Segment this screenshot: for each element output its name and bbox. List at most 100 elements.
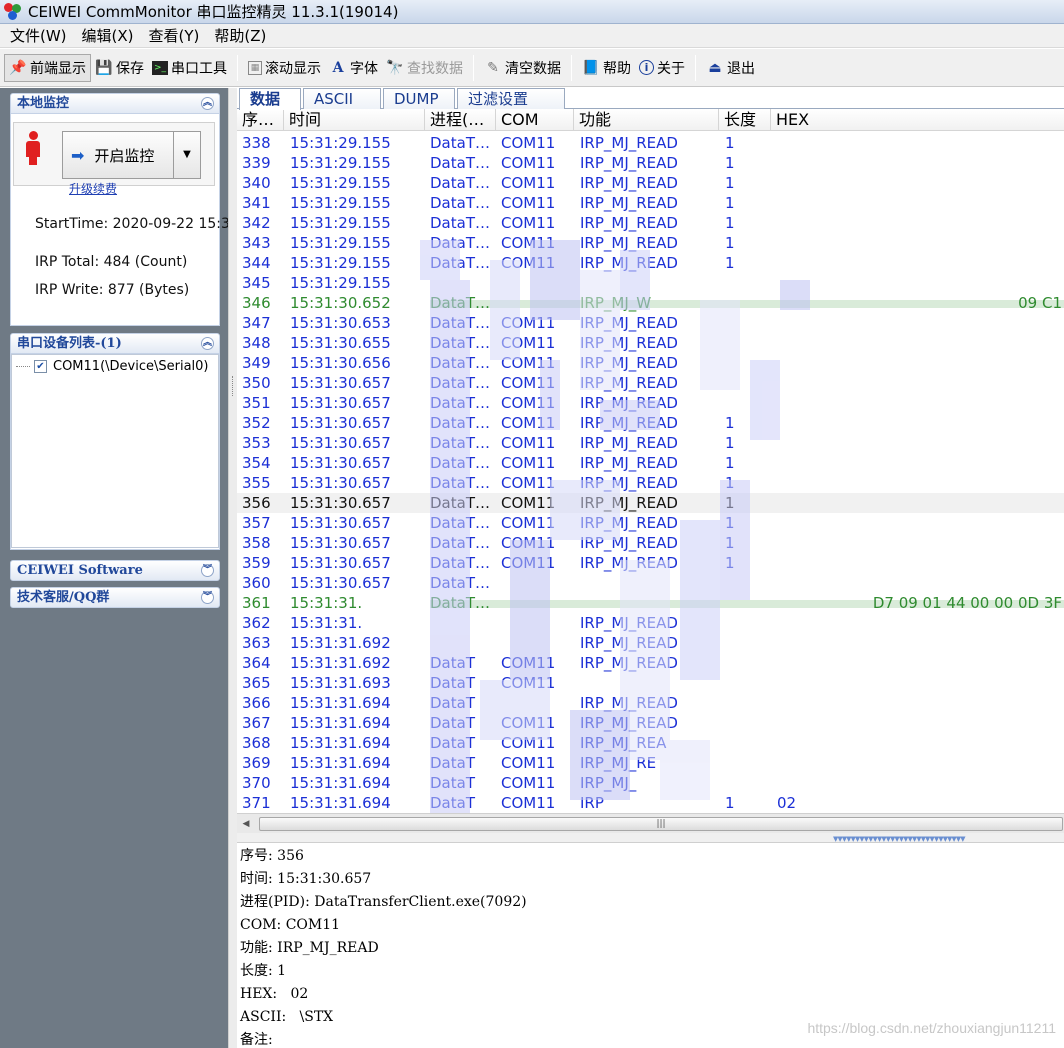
cell-com: COM11	[501, 194, 556, 212]
scrollbar-thumb[interactable]: |||	[259, 817, 1063, 831]
tab-data[interactable]: 数据	[239, 88, 301, 110]
cell-length: 1	[725, 254, 735, 272]
table-row[interactable]: 343 15:31:29.155 DataT… COM11 IRP_MJ_READ 1	[237, 233, 1064, 253]
cell-seq: 360	[242, 574, 271, 592]
col-time[interactable]: 时间	[284, 109, 425, 131]
menu-help[interactable]: 帮助(Z)	[210, 25, 270, 46]
font-button[interactable]: A 字体	[325, 54, 382, 82]
table-row[interactable]: 339 15:31:29.155 DataT… COM11 IRP_MJ_READ 1	[237, 153, 1064, 173]
toolbar-separator	[473, 54, 474, 81]
help-button[interactable]: 📘 帮助	[578, 54, 635, 82]
start-monitor-button[interactable]: ➡ 开启监控	[62, 131, 174, 179]
clear-data-button[interactable]: ✎ 清空数据	[480, 54, 565, 82]
cell-seq: 368	[242, 734, 271, 752]
table-row[interactable]: 367 15:31:31.694 DataT COM11 IRP_MJ_READ	[237, 713, 1064, 733]
table-row[interactable]: 342 15:31:29.155 DataT… COM11 IRP_MJ_READ 1	[237, 213, 1064, 233]
table-row[interactable]: 347 15:31:30.653 DataT… COM11 IRP_MJ_READ	[237, 313, 1064, 333]
table-row[interactable]: 352 15:31:30.657 DataT… COM11 IRP_MJ_READ 1	[237, 413, 1064, 433]
table-row[interactable]: 348 15:31:30.655 DataT… COM11 IRP_MJ_READ	[237, 333, 1064, 353]
device-item[interactable]: ✔ COM11(\Device\Serial0)	[16, 359, 209, 374]
cell-seq: 339	[242, 154, 271, 172]
tab-filter[interactable]: 过滤设置	[457, 88, 565, 109]
detail-splitter[interactable]: ▼▼▼▼▼▼▼▼▼▼▼▼▼▼▼▼▼▼▼▼▼▼▼▼▼▼▼▼▼▼	[237, 833, 1064, 843]
exit-button[interactable]: ⏏ 退出	[702, 54, 759, 82]
table-row[interactable]: 349 15:31:30.656 DataT… COM11 IRP_MJ_READ	[237, 353, 1064, 373]
device-list-header[interactable]: 串口设备列表-(1) ︽	[10, 333, 220, 354]
cell-seq: 342	[242, 214, 271, 232]
table-row[interactable]: 353 15:31:30.657 DataT… COM11 IRP_MJ_READ 1	[237, 433, 1064, 453]
tab-dump[interactable]: DUMP	[383, 88, 455, 109]
ceiwei-software-header[interactable]: CEIWEI Software ︾	[10, 560, 220, 581]
cell-time: 15:31:29.155	[290, 194, 391, 212]
checkbox-checked-icon[interactable]: ✔	[34, 360, 47, 373]
support-header[interactable]: 技术客服/QQ群 ︾	[10, 587, 220, 608]
col-hex[interactable]: HEX	[771, 109, 1064, 131]
table-row[interactable]: 368 15:31:31.694 DataT COM11 IRP_MJ_REA	[237, 733, 1064, 753]
save-button[interactable]: 💾 保存	[91, 54, 148, 82]
cell-function: IRP_MJ_READ	[580, 654, 678, 672]
find-data-button[interactable]: 🔭 查找数据	[382, 54, 467, 82]
table-row[interactable]: 346 15:31:30.652 DataT… IRP_MJ_W 09 C1	[237, 293, 1064, 313]
about-button[interactable]: i 关于	[635, 54, 689, 82]
vertical-splitter[interactable]	[228, 88, 237, 1048]
cell-com: COM11	[501, 734, 556, 752]
pin-icon: 📌	[9, 59, 27, 76]
col-function[interactable]: 功能	[574, 109, 719, 131]
cell-time: 15:31:30.657	[290, 554, 391, 572]
cell-function: IRP_MJ_READ	[580, 474, 678, 492]
upgrade-link[interactable]: 升级续费	[69, 180, 117, 197]
cell-length: 1	[725, 174, 735, 192]
col-length[interactable]: 长度	[719, 109, 771, 131]
table-row[interactable]: 345 15:31:29.155	[237, 273, 1064, 293]
cell-function: IRP_MJ_READ	[580, 434, 678, 452]
col-process[interactable]: 进程(…	[425, 109, 496, 131]
table-row[interactable]: 344 15:31:29.155 DataT… COM11 IRP_MJ_READ 1	[237, 253, 1064, 273]
table-row[interactable]: 362 15:31:31. IRP_MJ_READ	[237, 613, 1064, 633]
scroll-left-icon[interactable]: ◀	[239, 817, 253, 831]
col-com[interactable]: COM	[496, 109, 574, 131]
scroll-display-button[interactable]: ▦ 滚动显示	[244, 54, 325, 82]
table-row[interactable]: 364 15:31:31.692 DataT COM11 IRP_MJ_READ	[237, 653, 1064, 673]
toolbar-separator	[695, 54, 696, 81]
start-monitor-dropdown[interactable]: ▼	[173, 131, 201, 179]
cell-length: 1	[725, 434, 735, 452]
table-row[interactable]: 351 15:31:30.657 DataT… COM11 IRP_MJ_READ	[237, 393, 1064, 413]
collapse-icon[interactable]: ︽	[201, 97, 214, 110]
table-row[interactable]: 370 15:31:31.694 DataT COM11 IRP_MJ_	[237, 773, 1064, 793]
horizontal-scrollbar[interactable]: ◀ |||	[237, 813, 1064, 833]
cell-time: 15:31:30.657	[290, 514, 391, 532]
cell-hex: 02	[777, 794, 797, 812]
cell-com: COM11	[501, 454, 556, 472]
table-row[interactable]: 369 15:31:31.694 DataT COM11 IRP_MJ_RE	[237, 753, 1064, 773]
local-monitor-header[interactable]: 本地监控 ︽	[10, 93, 220, 114]
table-row[interactable]: 366 15:31:31.694 DataT IRP_MJ_READ	[237, 693, 1064, 713]
col-seq[interactable]: 序…	[237, 109, 284, 131]
table-row[interactable]: 361 15:31:31. DataT… D7 09 01 44 00 00 0D 3…	[237, 593, 1064, 613]
table-row[interactable]: 341 15:31:29.155 DataT… COM11 IRP_MJ_READ 1	[237, 193, 1064, 213]
table-row[interactable]: 360 15:31:30.657 DataT…	[237, 573, 1064, 593]
serial-tools-button[interactable]: >_ 串口工具	[148, 54, 231, 82]
front-display-button[interactable]: 📌 前端显示	[4, 53, 91, 82]
table-row[interactable]: 354 15:31:30.657 DataT… COM11 IRP_MJ_READ 1	[237, 453, 1064, 473]
table-row[interactable]: 359 15:31:30.657 DataT… COM11 IRP_MJ_READ 1	[237, 553, 1064, 573]
cell-com: COM11	[501, 394, 556, 412]
menu-view[interactable]: 查看(Y)	[145, 25, 204, 46]
table-row[interactable]: 371 15:31:31.694 DataT COM11 IRP 1 02	[237, 793, 1064, 813]
collapse-icon[interactable]: ︽	[201, 337, 214, 350]
table-row[interactable]: 356 15:31:30.657 DataT… COM11 IRP_MJ_READ 1	[237, 493, 1064, 513]
menu-file[interactable]: 文件(W)	[6, 25, 71, 46]
table-row[interactable]: 365 15:31:31.693 DataT COM11	[237, 673, 1064, 693]
expand-icon[interactable]: ︾	[201, 564, 214, 577]
table-row[interactable]: 358 15:31:30.657 DataT… COM11 IRP_MJ_READ 1	[237, 533, 1064, 553]
expand-icon[interactable]: ︾	[201, 591, 214, 604]
table-row[interactable]: 355 15:31:30.657 DataT… COM11 IRP_MJ_READ 1	[237, 473, 1064, 493]
table-row[interactable]: 338 15:31:29.155 DataT… COM11 IRP_MJ_READ 1	[237, 133, 1064, 153]
cell-time: 15:31:30.657	[290, 394, 391, 412]
table-row[interactable]: 363 15:31:31.692 IRP_MJ_READ	[237, 633, 1064, 653]
packet-list[interactable]: 338 15:31:29.155 DataT… COM11 IRP_MJ_READ 1 33…	[237, 131, 1064, 813]
table-row[interactable]: 350 15:31:30.657 DataT… COM11 IRP_MJ_READ	[237, 373, 1064, 393]
menu-edit[interactable]: 编辑(X)	[78, 25, 138, 46]
tab-ascii[interactable]: ASCII	[303, 88, 381, 109]
table-row[interactable]: 340 15:31:29.155 DataT… COM11 IRP_MJ_READ 1	[237, 173, 1064, 193]
table-row[interactable]: 357 15:31:30.657 DataT… COM11 IRP_MJ_READ 1	[237, 513, 1064, 533]
